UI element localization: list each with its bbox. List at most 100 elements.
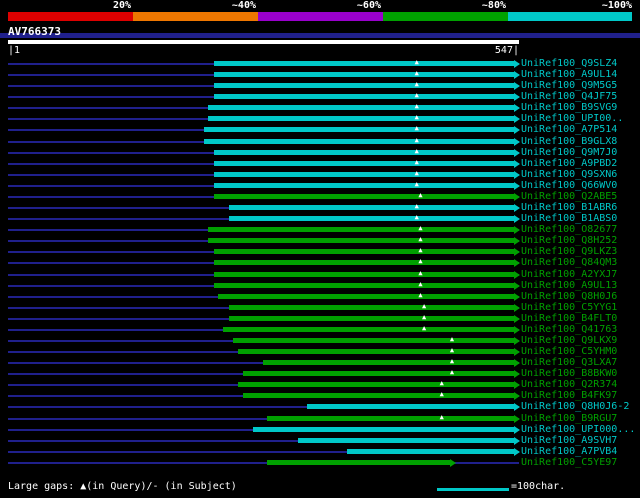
hit-label[interactable]: UniRef100_Q84QM3: [521, 257, 617, 268]
hit-label[interactable]: UniRef100_A7PVB4: [521, 446, 617, 457]
hit-label[interactable]: UniRef100_O82677: [521, 224, 617, 235]
hit-label[interactable]: UniRef100_A9UL14: [521, 69, 617, 80]
hit-bar[interactable]: [228, 205, 514, 211]
hit-arrow-icon: [514, 414, 520, 423]
scale-segment-60: [258, 12, 383, 21]
hit-bar[interactable]: [213, 282, 514, 288]
hit-bar[interactable]: [252, 426, 514, 432]
hit-label[interactable]: UniRef100_B9SVG9: [521, 102, 617, 113]
hit-label[interactable]: UniRef100_A2YXJ7: [521, 269, 617, 280]
hit-bar[interactable]: [228, 315, 514, 321]
gap-marker-icon: ▲: [449, 368, 455, 377]
hit-label[interactable]: UniRef100_C5YHM0: [521, 346, 617, 357]
hit-label[interactable]: UniRef100_B1ABS0: [521, 213, 617, 224]
hit-label[interactable]: UniRef100_B9RGU7: [521, 413, 617, 424]
hit-label[interactable]: UniRef100_B4FK97: [521, 390, 617, 401]
hit-bar[interactable]: [213, 83, 514, 89]
hit-bar[interactable]: [203, 127, 514, 133]
hit-label[interactable]: UniRef100_C5YE97: [521, 457, 617, 468]
hit-label[interactable]: UniRef100_UPI000...: [521, 424, 635, 435]
hit-label[interactable]: UniRef100_B1ABR6: [521, 202, 617, 213]
hit-row: UniRef100_C5YE97: [0, 457, 640, 468]
scale-label-100: ~100%: [601, 0, 632, 11]
hit-bar[interactable]: [218, 293, 514, 299]
hit-bar[interactable]: [233, 338, 514, 343]
hit-row: ▲ UniRef100_B1ABR6: [0, 202, 640, 213]
hit-arrow-icon: [514, 192, 520, 201]
hit-arrow-icon: [514, 370, 520, 379]
hit-label[interactable]: UniRef100_Q9LKX9: [521, 335, 617, 346]
hit-bar[interactable]: [267, 415, 514, 421]
hit-row: ▲ UniRef100_Q66WV0: [0, 180, 640, 191]
hit-label[interactable]: UniRef100_Q2ABE5: [521, 191, 617, 202]
hit-bar[interactable]: [213, 260, 514, 266]
hit-label[interactable]: UniRef100_Q9M7J0: [521, 147, 617, 158]
hit-row: ▲ UniRef100_Q4JF75: [0, 91, 640, 102]
hit-bar[interactable]: [208, 238, 514, 244]
gap-marker-icon: ▲: [414, 102, 419, 111]
hit-bar[interactable]: [203, 138, 514, 144]
hit-row: UniRef100_Q8H0J6-2: [0, 401, 640, 412]
hit-bar[interactable]: [208, 227, 514, 233]
hit-label[interactable]: UniRef100_B9GLX8: [521, 136, 617, 147]
hit-label[interactable]: UniRef100_Q8H0J6-2: [521, 401, 629, 412]
hit-bar[interactable]: [237, 349, 514, 355]
hit-bar[interactable]: [243, 393, 514, 399]
hit-label[interactable]: UniRef100_Q66WV0: [521, 180, 617, 191]
hit-label[interactable]: UniRef100_C5YYG1: [521, 302, 617, 313]
hit-bar[interactable]: [213, 61, 514, 66]
hit-label[interactable]: UniRef100_Q8H252: [521, 235, 617, 246]
hit-label[interactable]: UniRef100_Q9M5G5: [521, 80, 617, 91]
hit-bar[interactable]: [213, 193, 514, 199]
hit-row: ▲ UniRef100_C5YHM0: [0, 346, 640, 357]
hit-bar[interactable]: [243, 371, 514, 377]
hit-label[interactable]: UniRef100_Q9LKZ3: [521, 246, 617, 257]
hit-bar[interactable]: [213, 271, 514, 277]
hit-label[interactable]: UniRef100_B8BKW0: [521, 368, 617, 379]
hit-arrow-icon: [514, 270, 520, 279]
hit-label[interactable]: UniRef100_Q8H0J6: [521, 291, 617, 302]
hit-bar[interactable]: [213, 182, 514, 188]
hit-bar[interactable]: [228, 216, 514, 222]
hit-label[interactable]: UniRef100_A9SVH7: [521, 435, 617, 446]
hit-label[interactable]: UniRef100_Q9SLZ4: [521, 58, 617, 69]
hit-bar[interactable]: [208, 105, 514, 111]
gap-marker-icon: ▲: [422, 323, 427, 332]
scale-label-40: ~40%: [231, 0, 256, 11]
hit-bar[interactable]: [213, 149, 514, 155]
hit-bar[interactable]: [213, 160, 514, 166]
hit-bar[interactable]: [213, 249, 514, 255]
hit-bar[interactable]: [208, 116, 514, 122]
gap-marker-icon: ▲: [418, 224, 423, 233]
hit-label[interactable]: UniRef100_Q4JF75: [521, 91, 617, 102]
hit-arrow-icon: [514, 403, 520, 412]
gap-marker-icon: ▲: [418, 279, 423, 288]
hit-bar[interactable]: [307, 404, 514, 410]
hit-bar[interactable]: [213, 94, 514, 100]
hit-label[interactable]: UniRef100_Q3LXA7: [521, 357, 617, 368]
hit-bar[interactable]: [347, 448, 514, 454]
hit-bar[interactable]: [267, 459, 451, 465]
gap-marker-icon: ▲: [418, 246, 423, 255]
hit-bar[interactable]: [213, 72, 514, 78]
gap-marker-icon: ▲: [422, 312, 427, 321]
hit-bar[interactable]: [228, 304, 514, 310]
hit-bar[interactable]: [262, 360, 514, 366]
hit-label[interactable]: UniRef100_A9PBD2: [521, 158, 617, 169]
hit-label[interactable]: UniRef100_A7P514: [521, 124, 617, 135]
gap-marker-icon: ▲: [414, 58, 419, 66]
hit-arrow-icon: [514, 115, 520, 124]
hit-label[interactable]: UniRef100_Q9SXN6: [521, 169, 617, 180]
hit-bar[interactable]: [298, 437, 514, 443]
hit-bar[interactable]: [223, 326, 514, 332]
hit-label[interactable]: UniRef100_Q2R374: [521, 379, 617, 390]
hit-bar[interactable]: [213, 171, 514, 177]
hit-label[interactable]: UniRef100_Q41763: [521, 324, 617, 335]
hit-row: ▲ UniRef100_Q2ABE5: [0, 191, 640, 202]
hit-bar[interactable]: [237, 382, 514, 388]
hit-label[interactable]: UniRef100_B4FLT0: [521, 313, 617, 324]
hit-label[interactable]: UniRef100_A9UL13: [521, 280, 617, 291]
hit-row: ▲ UniRef100_B9GLX8: [0, 136, 640, 147]
hit-label[interactable]: UniRef100_UPI00..: [521, 113, 623, 124]
hit-arrow-icon: [514, 137, 520, 146]
